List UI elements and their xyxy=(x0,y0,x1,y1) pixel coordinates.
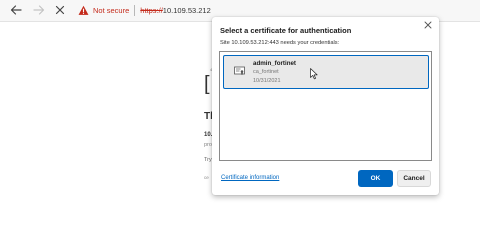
certificate-list-item[interactable]: admin_fortinet ca_fortinet 10/31/2021 xyxy=(223,55,429,89)
certificate-information-link[interactable]: Certificate information xyxy=(221,175,279,181)
close-icon xyxy=(55,5,65,15)
dialog-close-button[interactable] xyxy=(423,20,433,30)
mouse-cursor-icon xyxy=(310,68,318,80)
page-text-line: Try xyxy=(204,157,212,163)
dialog-title: Select a certificate for authentication xyxy=(220,26,352,35)
stop-button[interactable] xyxy=(52,2,68,18)
address-separator xyxy=(134,4,136,16)
arrow-left-icon xyxy=(10,5,22,15)
page-bracket-glyph: [ xyxy=(204,73,210,95)
cancel-button[interactable]: Cancel xyxy=(397,170,431,187)
certificate-date: 10/31/2021 xyxy=(253,78,281,84)
back-button[interactable] xyxy=(8,2,24,18)
warning-triangle-icon[interactable] xyxy=(78,5,89,16)
close-icon xyxy=(424,21,432,29)
certificate-name: admin_fortinet xyxy=(253,60,296,67)
security-status-label[interactable]: Not secure xyxy=(93,6,129,15)
url-scheme[interactable]: https:// xyxy=(140,6,163,15)
ok-button[interactable]: OK xyxy=(358,170,393,187)
certificate-dialog: Select a certificate for authentication … xyxy=(212,17,439,195)
certificate-icon xyxy=(234,66,245,76)
url-host[interactable]: 10.109.53.212 xyxy=(163,6,211,15)
certificate-list[interactable]: admin_fortinet ca_fortinet 10/31/2021 xyxy=(219,51,432,161)
address-bar[interactable]: Not secure https:// 10.109.53.212 xyxy=(78,2,211,18)
forward-button[interactable] xyxy=(31,2,47,18)
page-text-line: ce xyxy=(204,175,209,180)
certificate-issuer: ca_fortinet xyxy=(253,69,279,75)
arrow-right-icon xyxy=(33,5,45,15)
page-text-line: pro xyxy=(204,142,212,148)
dialog-subtitle: Site 10.109.53.212:443 needs your creden… xyxy=(220,40,340,46)
